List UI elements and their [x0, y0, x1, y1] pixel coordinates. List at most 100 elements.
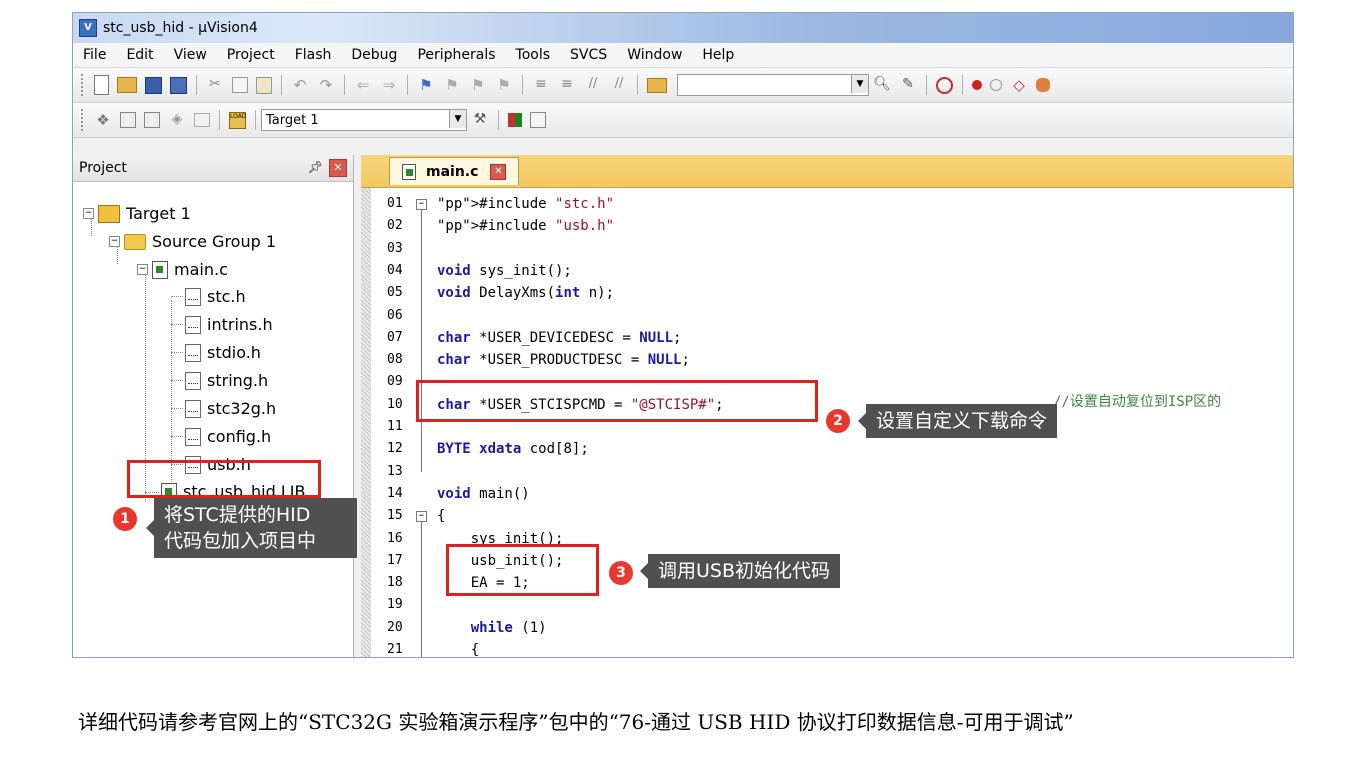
c-file-icon — [402, 163, 416, 180]
close-icon[interactable]: ✕ — [490, 163, 507, 180]
tree-item-header[interactable]: string.h — [185, 371, 268, 390]
breakpoint-icon[interactable] — [972, 80, 982, 90]
pin-icon[interactable]: 📌︎ — [308, 160, 323, 174]
comment-icon[interactable]: // — [584, 76, 602, 94]
indent-icon[interactable]: ≡ — [532, 76, 550, 94]
target-options-icon[interactable]: ⚒ — [471, 111, 489, 129]
menu-flash[interactable]: Flash — [285, 47, 342, 63]
code-line[interactable]: void DelayXms(int n); — [437, 285, 614, 301]
nav-back-icon[interactable]: ⇐ — [354, 76, 372, 94]
target-icon — [98, 204, 120, 223]
tree-item-header[interactable]: stc.h — [185, 287, 246, 306]
batch-build-icon[interactable]: ◈ — [168, 111, 186, 129]
menu-debug[interactable]: Debug — [341, 47, 407, 63]
tree-item-header[interactable]: config.h — [185, 427, 271, 446]
step-badge-3: 3 — [609, 561, 633, 585]
chevron-down-icon[interactable]: ▼ — [851, 75, 868, 93]
build-icon[interactable] — [120, 112, 136, 128]
tree-item-main-c[interactable]: − main.c — [137, 260, 228, 279]
tab-main-c[interactable]: main.c ✕ — [389, 157, 519, 185]
chevron-down-icon[interactable]: ▼ — [449, 110, 466, 128]
line-number: 12 — [387, 441, 403, 457]
menu-peripherals[interactable]: Peripherals — [407, 47, 505, 63]
menu-edit[interactable]: Edit — [116, 47, 163, 63]
code-line[interactable]: char *USER_DEVICEDESC = NULL; — [437, 330, 681, 346]
project-panel-header: Project 📌︎ ✕ — [73, 155, 353, 182]
undo-icon[interactable]: ↶ — [291, 76, 309, 94]
tree-item-header[interactable]: stdio.h — [185, 343, 261, 362]
toolbar-separator — [407, 75, 408, 95]
save-all-icon[interactable] — [170, 76, 187, 94]
toolbar-separator — [281, 75, 282, 95]
open-file-icon[interactable] — [117, 77, 137, 93]
menu-file[interactable]: File — [73, 47, 116, 63]
code-line[interactable]: while (1) — [437, 620, 547, 636]
save-icon[interactable] — [145, 76, 162, 94]
code-line[interactable]: { — [437, 642, 479, 657]
manage-components-icon[interactable] — [508, 113, 522, 127]
tree-item-header[interactable]: stc32g.h — [185, 399, 276, 418]
tree-item-target[interactable]: − Target 1 — [83, 204, 191, 223]
tree-item-source-group[interactable]: − Source Group 1 — [109, 232, 276, 251]
bookmark-icon[interactable]: ⚑ — [417, 76, 435, 94]
next-bookmark-icon[interactable]: ⚑ — [469, 76, 487, 94]
stop-build-icon[interactable] — [194, 113, 210, 127]
menu-window[interactable]: Window — [617, 47, 692, 63]
incremental-find-icon[interactable]: ✎ — [899, 76, 917, 94]
menu-tools[interactable]: Tools — [506, 47, 561, 63]
line-number: 02 — [387, 218, 403, 234]
fold-toggle-icon[interactable]: − — [416, 511, 427, 523]
fold-toggle-icon[interactable]: − — [416, 199, 427, 210]
code-line[interactable]: BYTE xdata cod[8]; — [437, 441, 589, 457]
code-line[interactable]: "pp">#include "stc.h" — [437, 196, 614, 212]
translate-icon[interactable]: ❖ — [94, 111, 112, 129]
clear-breakpoints-icon[interactable]: ◇ — [1010, 76, 1028, 94]
find-in-files-icon[interactable] — [647, 77, 667, 93]
find-icon[interactable]: 🔍︎ — [873, 76, 891, 94]
new-file-icon[interactable] — [94, 75, 109, 95]
code-line[interactable]: void main() — [437, 486, 530, 502]
code-line[interactable]: char *USER_PRODUCTDESC = NULL; — [437, 352, 690, 368]
menu-view[interactable]: View — [164, 47, 217, 63]
collapse-icon[interactable]: − — [137, 264, 148, 275]
highlight-ispcmd — [416, 380, 818, 422]
uncomment-icon[interactable]: // — [610, 76, 628, 94]
disable-breakpoint-icon[interactable] — [990, 79, 1002, 91]
clear-bookmarks-icon[interactable]: ⚑ — [495, 76, 513, 94]
redo-icon[interactable]: ↷ — [317, 76, 335, 94]
copy-icon[interactable] — [232, 77, 248, 93]
kill-breakpoints-icon[interactable] — [1036, 78, 1050, 92]
menu-svcs[interactable]: SVCS — [560, 47, 617, 63]
collapse-icon[interactable]: − — [109, 236, 120, 247]
toolbar-separator — [962, 75, 963, 95]
toolbar-separator — [498, 110, 499, 130]
toolbar-grip[interactable] — [81, 109, 86, 131]
menu-help[interactable]: Help — [692, 47, 744, 63]
unindent-icon[interactable]: ≡ — [558, 76, 576, 94]
toolbar-grip[interactable] — [81, 74, 86, 96]
load-download-icon[interactable]: LOAD — [229, 111, 246, 129]
tree-item-header[interactable]: intrins.h — [185, 315, 273, 334]
cut-icon[interactable]: ✂ — [206, 76, 224, 94]
target-select[interactable]: Target 1 ▼ — [261, 109, 467, 131]
manage-books-icon[interactable] — [530, 112, 546, 128]
close-icon[interactable]: ✕ — [329, 159, 347, 177]
collapse-icon[interactable]: − — [83, 208, 94, 219]
tree-item-label: string.h — [207, 371, 269, 390]
tree-item-label: stc.h — [207, 287, 246, 306]
toolbar-separator — [522, 75, 523, 95]
line-number: 09 — [387, 374, 403, 390]
title-bar: V stc_usb_hid - µVision4 — [73, 13, 1293, 43]
debug-start-icon[interactable] — [936, 76, 953, 94]
find-combo[interactable]: ▼ — [677, 74, 869, 96]
rebuild-icon[interactable] — [144, 112, 160, 128]
nav-forward-icon[interactable]: ⇒ — [380, 76, 398, 94]
code-line[interactable]: void sys_init(); — [437, 263, 572, 279]
prev-bookmark-icon[interactable]: ⚑ — [443, 76, 461, 94]
code-comment: //设置自动复位到ISP区的 — [1053, 393, 1222, 410]
code-line[interactable]: { — [437, 508, 445, 524]
line-number: 18 — [387, 575, 403, 591]
code-line[interactable]: "pp">#include "usb.h" — [437, 218, 614, 234]
paste-icon[interactable] — [256, 76, 272, 94]
menu-project[interactable]: Project — [217, 47, 285, 63]
